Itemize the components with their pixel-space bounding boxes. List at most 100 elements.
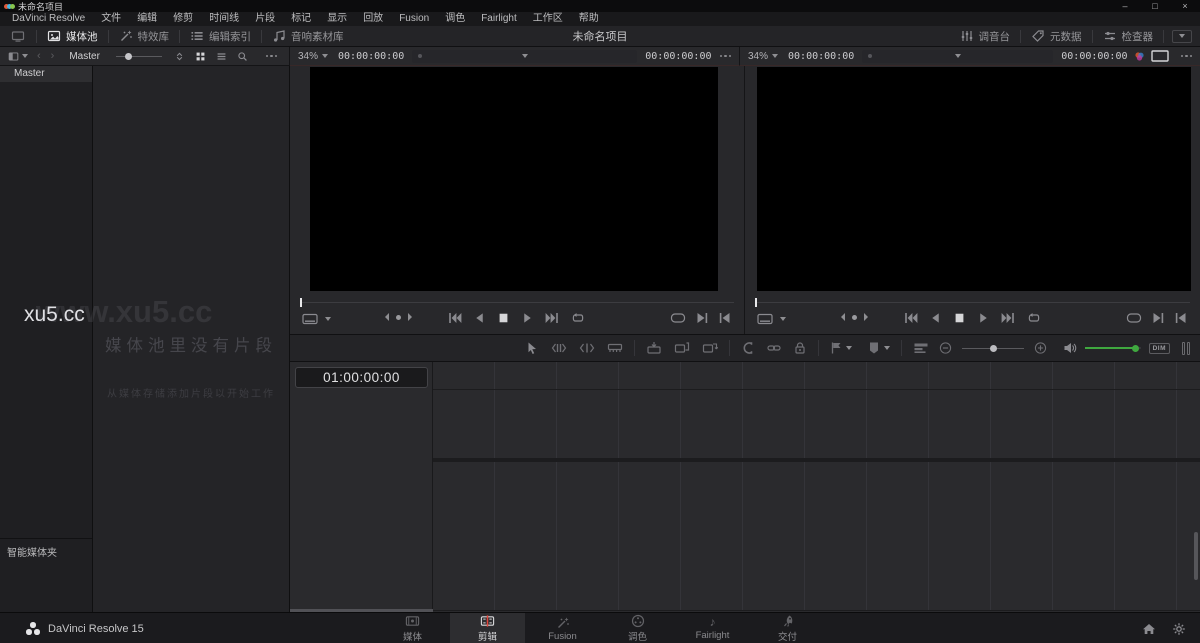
sound-library-button[interactable]: 音响素材库 <box>262 26 354 46</box>
thumbnail-size-slider[interactable] <box>116 56 162 57</box>
overwrite-clip-button[interactable] <box>674 341 690 355</box>
snapping-button[interactable] <box>741 341 755 355</box>
menu-item[interactable]: 工作区 <box>525 12 571 26</box>
menu-item[interactable]: 帮助 <box>571 12 607 26</box>
timeline-zoom-slider[interactable] <box>962 348 1024 349</box>
blade-edit-mode-button[interactable] <box>607 341 623 355</box>
tab-fairlight[interactable]: ♪ Fairlight <box>675 613 750 643</box>
timeline-playhead-timecode[interactable]: 01:00:00:00 <box>295 367 428 388</box>
source-scrubber[interactable] <box>300 302 734 303</box>
jog-dot-icon[interactable] <box>852 315 857 320</box>
minimize-button[interactable]: – <box>1110 1 1140 11</box>
play-to-out-button[interactable] <box>695 312 709 324</box>
zoom-in-button[interactable] <box>1034 341 1047 355</box>
source-video-canvas[interactable] <box>310 67 718 291</box>
jog-left-icon[interactable] <box>385 313 389 321</box>
back-button[interactable]: ‹ <box>32 50 46 62</box>
play-button[interactable] <box>521 312 534 324</box>
thumbnail-view-icon[interactable] <box>195 51 206 62</box>
link-clips-button[interactable] <box>767 341 781 355</box>
timeline-panel[interactable]: 01:00:00:00 <box>290 362 1200 612</box>
project-manager-home-button[interactable] <box>1142 622 1156 636</box>
first-frame-button[interactable] <box>448 312 462 324</box>
tab-deliver[interactable]: 交付 <box>750 613 825 643</box>
replace-clip-button[interactable] <box>702 341 718 355</box>
slider-knob[interactable] <box>990 345 997 352</box>
speaker-icon[interactable] <box>1063 341 1077 355</box>
fullscreen-monitor-icon[interactable] <box>1151 50 1169 62</box>
source-view-mode-button[interactable] <box>302 313 331 325</box>
color-viewer-icon[interactable] <box>1134 51 1145 62</box>
last-frame-button[interactable] <box>1001 312 1015 324</box>
source-zoom-select[interactable]: 34% <box>298 51 318 62</box>
trim-edit-mode-button[interactable] <box>551 341 567 355</box>
maximize-button[interactable]: □ <box>1140 1 1170 11</box>
slider-knob[interactable] <box>1132 345 1139 352</box>
tab-media[interactable]: 媒体 <box>375 613 450 643</box>
play-to-out-button[interactable] <box>1151 312 1165 324</box>
jog-dot-icon[interactable] <box>396 315 401 320</box>
tab-fusion[interactable]: Fusion <box>525 613 600 643</box>
stop-button[interactable] <box>953 312 966 324</box>
loop-button[interactable] <box>570 312 586 324</box>
menu-item[interactable]: DaVinci Resolve <box>4 12 93 26</box>
go-to-in-button[interactable] <box>718 312 732 324</box>
menu-item[interactable]: 时间线 <box>201 12 247 26</box>
go-to-in-button[interactable] <box>1174 312 1188 324</box>
menu-item[interactable]: 调色 <box>437 12 473 26</box>
play-reverse-button[interactable] <box>473 312 486 324</box>
playhead[interactable] <box>755 298 757 307</box>
timeline-vertical-scrollbar[interactable] <box>1194 532 1198 580</box>
project-settings-gear-button[interactable] <box>1172 622 1186 636</box>
menu-item[interactable]: Fusion <box>391 12 437 26</box>
position-lock-button[interactable] <box>793 341 807 355</box>
edit-index-button[interactable]: 编辑索引 <box>180 26 261 46</box>
flag-button[interactable] <box>830 341 842 355</box>
jog-right-icon[interactable] <box>408 313 412 321</box>
chevron-down-icon[interactable] <box>846 346 852 350</box>
chevron-down-icon[interactable] <box>884 346 890 350</box>
timeline-select-dropdown[interactable] <box>862 50 1053 63</box>
dynamic-trim-mode-button[interactable] <box>579 341 595 355</box>
menu-item[interactable]: 文件 <box>93 12 129 26</box>
menu-item[interactable]: 显示 <box>319 12 355 26</box>
list-view-icon[interactable] <box>216 51 227 62</box>
timeline-view-options-button[interactable] <box>913 341 929 355</box>
forward-button[interactable]: › <box>46 50 60 62</box>
source-options-icon[interactable] <box>720 55 732 58</box>
monitor-volume-slider[interactable] <box>1085 347 1141 349</box>
marker-button[interactable] <box>868 341 880 355</box>
bin-view-button[interactable] <box>4 51 32 62</box>
slider-knob[interactable] <box>125 53 132 60</box>
last-frame-button[interactable] <box>545 312 559 324</box>
menu-item[interactable]: 片段 <box>247 12 283 26</box>
jog-right-icon[interactable] <box>864 313 868 321</box>
jog-left-icon[interactable] <box>841 313 845 321</box>
smart-bins-section[interactable]: 智能媒体夹 <box>0 538 92 559</box>
zoom-out-button[interactable] <box>939 341 952 355</box>
menu-item[interactable]: Fairlight <box>473 12 525 26</box>
playhead[interactable] <box>300 298 302 307</box>
source-jog-control[interactable] <box>385 313 412 321</box>
loop-range-button[interactable] <box>670 312 686 324</box>
close-button[interactable]: × <box>1170 1 1200 11</box>
search-icon[interactable] <box>237 51 248 62</box>
source-clip-dropdown[interactable] <box>412 50 637 63</box>
tab-edit[interactable]: 剪辑 <box>450 613 525 643</box>
loop-range-button[interactable] <box>1126 312 1142 324</box>
timeline-scrubber[interactable] <box>755 302 1190 303</box>
menu-item[interactable]: 编辑 <box>129 12 165 26</box>
mixer-button[interactable]: 调音台 <box>950 26 1021 46</box>
menu-item[interactable]: 回放 <box>355 12 391 26</box>
effects-library-button[interactable]: 特效库 <box>109 26 180 46</box>
menu-item[interactable]: 修剪 <box>165 12 201 26</box>
collapse-panels-button[interactable] <box>1172 30 1192 43</box>
mixer-toggle-icon[interactable] <box>1182 342 1190 355</box>
dim-audio-button[interactable]: DIM <box>1149 343 1170 354</box>
inspector-button[interactable]: 检查器 <box>1093 26 1164 46</box>
metadata-button[interactable]: 元数据 <box>1021 26 1092 46</box>
selection-mode-button[interactable] <box>525 341 539 355</box>
timeline-jog-control[interactable] <box>841 313 868 321</box>
options-menu-icon[interactable] <box>266 55 278 58</box>
play-button[interactable] <box>977 312 990 324</box>
